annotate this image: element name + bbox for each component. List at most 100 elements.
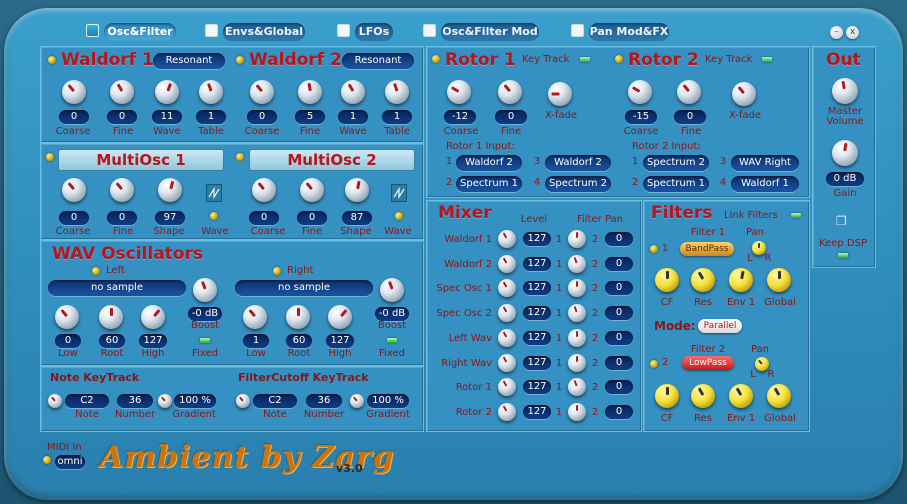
mixer-row-rotor-2-filter-pan-knob[interactable]: [568, 403, 586, 421]
rotor2-led[interactable]: [615, 55, 623, 63]
filter-mode-select[interactable]: Parallel: [698, 319, 742, 333]
wav-left-root-knob[interactable]: [99, 305, 123, 329]
waldorf1-fine-value[interactable]: 0: [107, 110, 137, 124]
waldorf1-mode-select[interactable]: Resonant: [153, 53, 225, 69]
note-keytrack-note-value[interactable]: C2: [65, 394, 109, 408]
mixer-row-waldorf-2-level-value[interactable]: 127: [523, 257, 551, 271]
waldorf2-coarse-knob[interactable]: [250, 80, 274, 104]
filter1-cf-knob[interactable]: [655, 268, 679, 292]
waldorf2-mode-select[interactable]: Resonant: [342, 53, 414, 69]
mixer-row-left-wav-level-value[interactable]: 127: [523, 331, 551, 345]
rotor2-input-2-select[interactable]: Spectrum 1: [643, 176, 709, 192]
mixer-row-spec-osc-2-pan-value[interactable]: 0: [605, 306, 633, 320]
rotor2-input-1-select[interactable]: Spectrum 2: [643, 155, 709, 171]
multiosc1-fine-knob[interactable]: [110, 178, 134, 202]
wav-right-boost-value[interactable]: -0 dB: [375, 307, 409, 321]
mixer-row-spec-osc-2-level-value[interactable]: 127: [523, 306, 551, 320]
rotor2-xfade-knob[interactable]: [732, 82, 756, 106]
wav-right-high-value[interactable]: 127: [326, 334, 354, 348]
mixer-row-right-wav-level-knob[interactable]: [498, 354, 516, 372]
filter2-type-select[interactable]: LowPass: [682, 356, 734, 370]
gain-knob[interactable]: [832, 140, 858, 166]
waldorf1-fine-knob[interactable]: [110, 80, 134, 104]
multiosc2-coarse-value[interactable]: 0: [249, 211, 279, 225]
mixer-row-rotor-2-level-knob[interactable]: [498, 403, 516, 421]
keep-dsp-icon[interactable]: ❐: [836, 214, 850, 228]
mixer-row-right-wav-pan-value[interactable]: 0: [605, 356, 633, 370]
filter2-global-knob[interactable]: [767, 384, 791, 408]
filter-keytrack-gradient-value[interactable]: 100 %: [367, 394, 409, 408]
rotor1-fine-value[interactable]: 0: [495, 110, 527, 124]
mixer-row-spec-osc-1-pan-value[interactable]: 0: [605, 281, 633, 295]
rotor2-fine-value[interactable]: 0: [674, 110, 706, 124]
multiosc1-fine-value[interactable]: 0: [107, 211, 137, 225]
wav-left-high-value[interactable]: 127: [139, 334, 167, 348]
waldorf1-wave-knob[interactable]: [155, 80, 179, 104]
rotor1-coarse-knob[interactable]: [447, 80, 471, 104]
rotor2-coarse-knob[interactable]: [628, 80, 652, 104]
mixer-row-waldorf-1-pan-value[interactable]: 0: [605, 232, 633, 246]
wav-right-high-knob[interactable]: [328, 305, 352, 329]
master-volume-knob[interactable]: [832, 78, 858, 104]
waldorf2-fine-value[interactable]: 5: [295, 110, 325, 124]
waldorf2-table-knob[interactable]: [385, 80, 409, 104]
wav-right-boost-knob[interactable]: [380, 278, 404, 302]
wav-left-sample-select[interactable]: no sample: [48, 280, 186, 296]
filters-link-led[interactable]: [791, 213, 801, 218]
filter2-cf-knob[interactable]: [655, 384, 679, 408]
tab-osc-filter-mod[interactable]: Osc&Filter Mod: [441, 23, 539, 41]
rotor2-keytrack-led[interactable]: [762, 57, 772, 62]
mixer-row-spec-osc-2-filter-pan-knob[interactable]: [568, 304, 586, 322]
multiosc1-coarse-value[interactable]: 0: [59, 211, 89, 225]
note-keytrack-gradient-value[interactable]: 100 %: [174, 394, 216, 408]
waldorf1-wave-value[interactable]: 11: [152, 110, 182, 124]
filter2-res-knob[interactable]: [691, 384, 715, 408]
mixer-row-spec-osc-1-level-value[interactable]: 127: [523, 281, 551, 295]
mixer-row-rotor-1-pan-value[interactable]: 0: [605, 380, 633, 394]
rotor1-xfade-knob[interactable]: [548, 82, 572, 106]
filter-keytrack-number-value[interactable]: 36: [306, 394, 342, 408]
mixer-row-left-wav-pan-value[interactable]: 0: [605, 331, 633, 345]
multiosc1-wave-icon[interactable]: [206, 184, 222, 202]
waldorf2-fine-knob[interactable]: [298, 80, 322, 104]
wav-right-root-knob[interactable]: [286, 305, 310, 329]
gain-value[interactable]: 0 dB: [826, 172, 864, 186]
note-keytrack-knob[interactable]: [48, 394, 62, 408]
waldorf2-led[interactable]: [236, 56, 244, 64]
note-keytrack-number-value[interactable]: 36: [117, 394, 153, 408]
wav-left-root-value[interactable]: 60: [99, 334, 125, 348]
mixer-row-waldorf-1-level-knob[interactable]: [498, 230, 516, 248]
mixer-row-left-wav-filter-pan-knob[interactable]: [568, 329, 586, 347]
multiosc1-wave-led[interactable]: [210, 212, 218, 220]
multiosc2-fine-value[interactable]: 0: [297, 211, 327, 225]
multiosc2-coarse-knob[interactable]: [252, 178, 276, 202]
wav-left-high-knob[interactable]: [141, 305, 165, 329]
rotor1-led[interactable]: [432, 55, 440, 63]
tab-osc-filter-checkbox[interactable]: [86, 24, 99, 37]
filter-keytrack-note-value[interactable]: C2: [253, 394, 297, 408]
rotor2-coarse-value[interactable]: -15: [625, 110, 657, 124]
multiosc1-coarse-knob[interactable]: [62, 178, 86, 202]
rotor1-input-2-select[interactable]: Spectrum 1: [456, 176, 522, 192]
wav-right-sample-select[interactable]: no sample: [235, 280, 373, 296]
waldorf1-table-value[interactable]: 1: [196, 110, 226, 124]
tab-osc-filter[interactable]: Osc&Filter: [104, 23, 176, 41]
mixer-row-rotor-2-pan-value[interactable]: 0: [605, 405, 633, 419]
rotor1-input-4-select[interactable]: Spectrum 2: [545, 176, 611, 192]
filter-keytrack-gradient-knob[interactable]: [350, 394, 364, 408]
rotor1-coarse-value[interactable]: -12: [444, 110, 476, 124]
tab-lfos-checkbox[interactable]: [337, 24, 350, 37]
midi-in-led[interactable]: [43, 456, 51, 464]
rotor2-fine-knob[interactable]: [677, 80, 701, 104]
wav-right-low-value[interactable]: 1: [243, 334, 269, 348]
wav-right-root-value[interactable]: 60: [286, 334, 312, 348]
waldorf2-coarse-value[interactable]: 0: [247, 110, 277, 124]
mixer-row-rotor-1-level-knob[interactable]: [498, 378, 516, 396]
filter-keytrack-knob[interactable]: [236, 394, 250, 408]
keep-dsp-led[interactable]: [838, 253, 848, 258]
rotor1-input-1-select[interactable]: Waldorf 2: [456, 155, 522, 171]
midi-channel-select[interactable]: omni: [55, 455, 85, 469]
rotor2-input-4-select[interactable]: Waldorf 1: [731, 176, 799, 192]
tab-pan-mod-fx-checkbox[interactable]: [571, 24, 584, 37]
note-keytrack-gradient-knob[interactable]: [158, 394, 172, 408]
